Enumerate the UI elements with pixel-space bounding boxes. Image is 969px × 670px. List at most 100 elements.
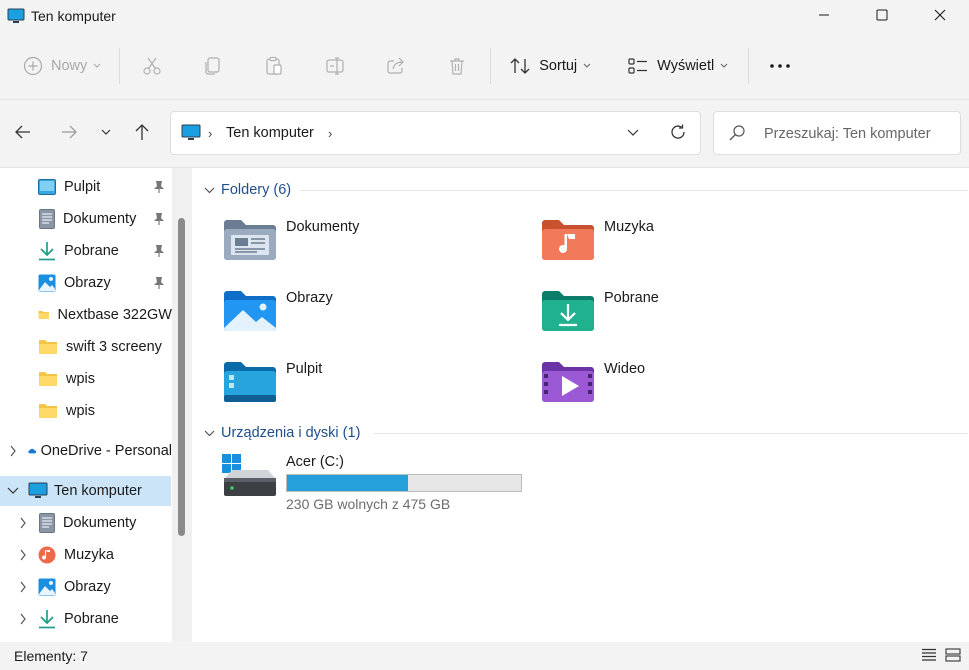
close-button[interactable] [911, 0, 969, 30]
sidebar-item-pictures[interactable]: Obrazy [0, 268, 172, 298]
folder-tile[interactable]: Pobrane [541, 290, 801, 350]
sidebar-item-folder[interactable]: wpis [0, 396, 172, 426]
new-button[interactable]: Nowy [23, 46, 101, 86]
sidebar-item-downloads[interactable]: Pobrane [0, 604, 172, 634]
sidebar-item-label: Dokumenty [63, 515, 137, 531]
separator [490, 47, 492, 84]
pin-icon [154, 245, 164, 257]
maximize-icon [876, 9, 888, 21]
group-title: Urządzenia i dyski (1) [221, 425, 361, 441]
scrollbar-thumb[interactable] [178, 218, 185, 536]
folders-group-header[interactable]: Foldery (6) [204, 182, 291, 198]
sidebar-item-desktop[interactable]: Pulpit [0, 172, 172, 202]
sidebar-item-folder[interactable]: wpis [0, 364, 172, 394]
rename-button[interactable] [325, 46, 345, 86]
title-bar: Ten komputer [0, 0, 969, 32]
back-button[interactable] [11, 120, 35, 144]
chevron-down-icon [720, 63, 728, 68]
sidebar-item-documents[interactable]: Dokumenty [0, 508, 172, 538]
folder-icon [38, 310, 49, 320]
copy-button[interactable] [203, 46, 223, 86]
chevron-right-icon[interactable] [19, 581, 27, 593]
monitor-icon [181, 124, 201, 140]
sidebar-item-this-pc[interactable]: Ten komputer [0, 476, 171, 506]
breadcrumb-this-pc[interactable]: Ten komputer [226, 125, 314, 141]
delete-button[interactable] [447, 46, 467, 86]
close-icon [934, 9, 946, 21]
breadcrumb-separator[interactable]: › [328, 126, 332, 141]
sidebar-item-label: swift 3 screeny [66, 339, 162, 355]
sidebar-scrollbar[interactable] [172, 168, 192, 642]
sidebar-item-documents[interactable]: Dokumenty [0, 204, 172, 234]
view-button[interactable]: Wyświetl [627, 46, 728, 86]
address-field[interactable]: › Ten komputer › [170, 111, 701, 155]
folder-tile[interactable]: Pulpit [223, 361, 483, 421]
documents-icon [39, 209, 55, 229]
arrow-right-icon [62, 125, 77, 139]
sort-label: Sortuj [539, 57, 578, 74]
chevron-right-icon[interactable] [19, 613, 27, 625]
details-view-icon[interactable] [921, 648, 937, 662]
cut-button[interactable] [142, 46, 162, 86]
music-folder-icon [542, 220, 594, 260]
sidebar-item-downloads[interactable]: Pobrane [0, 236, 172, 266]
address-bar-row: › Ten komputer › Przeszukaj: Ten kompute… [0, 100, 969, 168]
folder-name: Dokumenty [286, 219, 360, 235]
paste-button[interactable] [264, 46, 284, 86]
navigation-pane: Pulpit Dokumenty Pobrane Obrazy Nextbase… [0, 168, 172, 642]
group-title: Foldery (6) [221, 182, 292, 198]
pictures-folder-icon [224, 291, 276, 331]
devices-group-header[interactable]: Urządzenia i dyski (1) [204, 425, 360, 441]
folder-tile[interactable]: Dokumenty [223, 219, 483, 279]
sort-icon [510, 57, 530, 74]
chevron-right-icon[interactable] [19, 517, 27, 529]
sidebar-item-label: Muzyka [64, 547, 114, 563]
folder-icon [39, 372, 57, 386]
sidebar-item-folder[interactable]: Nextbase 322GW [0, 300, 172, 330]
monitor-icon [28, 482, 48, 498]
chevron-down-icon[interactable] [626, 125, 640, 139]
sidebar-item-label: wpis [66, 403, 96, 419]
minimize-button[interactable] [795, 0, 853, 30]
folder-tile[interactable]: Obrazy [223, 290, 483, 350]
minimize-icon [819, 14, 829, 16]
breadcrumb-separator: › [208, 126, 213, 141]
download-icon [39, 242, 55, 261]
search-icon [729, 125, 745, 141]
chevron-down-icon[interactable] [7, 487, 19, 495]
pin-icon [154, 213, 164, 225]
monitor-icon [7, 8, 25, 23]
view-label: Wyświetl [657, 57, 715, 74]
search-field[interactable]: Przeszukaj: Ten komputer [713, 111, 961, 155]
folder-icon [39, 404, 57, 418]
recent-locations-button[interactable] [94, 120, 118, 144]
sort-button[interactable]: Sortuj [509, 46, 591, 86]
chevron-right-icon[interactable] [9, 445, 17, 457]
sidebar-item-label: Obrazy [64, 579, 111, 595]
sidebar-item-pictures[interactable]: Obrazy [0, 572, 172, 602]
chevron-down-icon [583, 63, 591, 68]
tiles-view-icon[interactable] [945, 648, 961, 662]
sidebar-item-folder[interactable]: swift 3 screeny [0, 332, 172, 362]
up-button[interactable] [130, 120, 154, 144]
more-button[interactable] [769, 46, 791, 86]
share-button[interactable] [386, 46, 406, 86]
refresh-icon[interactable] [669, 123, 687, 141]
folder-tile[interactable]: Wideo [541, 361, 801, 421]
item-count: Elementy: 7 [14, 648, 88, 664]
rename-icon [326, 56, 344, 75]
pictures-icon [38, 274, 56, 292]
sidebar-item-onedrive[interactable]: OneDrive - Personal [0, 436, 172, 466]
forward-button[interactable] [57, 120, 81, 144]
folder-name: Muzyka [604, 219, 654, 235]
chevron-down-icon [204, 187, 215, 193]
cut-icon [143, 57, 161, 75]
maximize-button[interactable] [853, 0, 911, 30]
folder-tile[interactable]: Muzyka [541, 219, 801, 279]
new-label: Nowy [51, 57, 88, 74]
drive-tile[interactable]: Acer (C:) 230 GB wolnych z 475 GB [222, 454, 542, 514]
sidebar-item-music[interactable]: Muzyka [0, 540, 172, 570]
chevron-right-icon[interactable] [19, 549, 27, 561]
folder-name: Pulpit [286, 361, 323, 377]
share-icon [387, 57, 405, 74]
